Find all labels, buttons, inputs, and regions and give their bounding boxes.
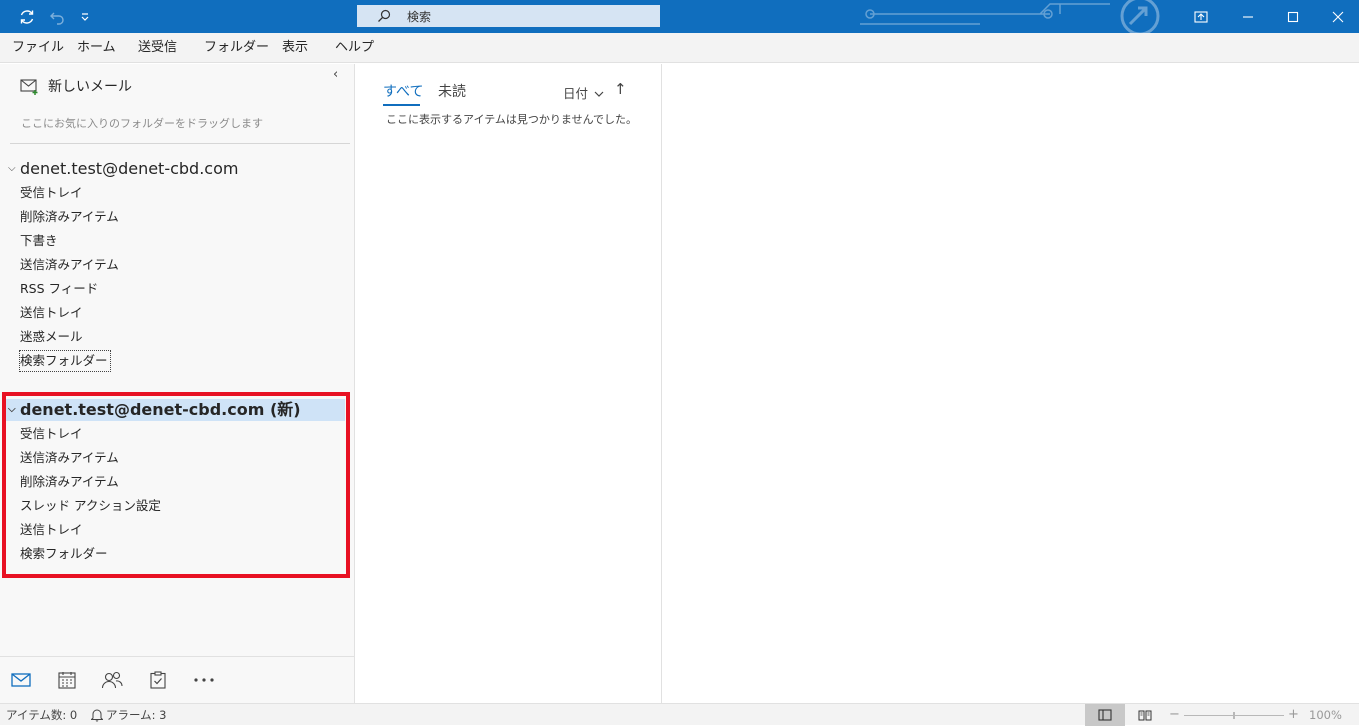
empty-list-message: ここに表示するアイテムは見つかりませんでした。 xyxy=(386,113,638,126)
new-mail-icon xyxy=(20,79,38,95)
account-1-folder-rss[interactable]: RSS フィード xyxy=(20,279,98,299)
account-1-folder-inbox[interactable]: 受信トレイ xyxy=(20,183,83,203)
active-tab-indicator xyxy=(383,104,420,106)
reading-pane xyxy=(663,64,1359,703)
calendar-icon[interactable] xyxy=(55,669,79,691)
filter-tab-unread[interactable]: 未読 xyxy=(438,81,466,101)
tasks-icon[interactable] xyxy=(146,669,170,691)
menu-view[interactable]: 表示 xyxy=(282,33,308,63)
menu-folder[interactable]: フォルダー xyxy=(204,33,269,63)
filter-tab-all[interactable]: すべて xyxy=(383,81,423,101)
favorites-divider xyxy=(10,143,350,144)
reading-view-icon xyxy=(1138,710,1152,721)
mail-icon[interactable] xyxy=(9,669,33,691)
account-1-folder-search[interactable]: 検索フォルダー xyxy=(19,350,111,372)
chevron-down-icon xyxy=(594,91,604,97)
menu-file[interactable]: ファイル xyxy=(12,33,64,63)
zoom-level[interactable]: 100% xyxy=(1309,704,1342,726)
new-mail-button[interactable]: 新しいメール xyxy=(20,76,132,96)
highlight-box xyxy=(2,392,350,578)
sort-by-label: 日付 xyxy=(563,86,589,101)
bell-icon xyxy=(91,709,103,722)
menu-send-receive[interactable]: 送受信 xyxy=(138,33,177,63)
normal-view-icon xyxy=(1098,709,1112,721)
zoom-in-button[interactable]: + xyxy=(1288,704,1299,726)
account-1-header[interactable]: ⌵ denet.test@denet-cbd.com xyxy=(8,158,238,180)
title-bar: 検索 xyxy=(0,0,1359,33)
zoom-slider-thumb[interactable] xyxy=(1233,712,1235,719)
folder-pane: ‹ 新しいメール ここにお気に入りのフォルダーをドラッグします ⌵ denet.… xyxy=(0,64,355,703)
alarm-count[interactable]: アラーム: 3 xyxy=(106,704,167,726)
message-list: すべて 未読 日付 ↑ ここに表示するアイテムは見つかりませんでした。 xyxy=(356,64,662,703)
ribbon-display-options-icon[interactable] xyxy=(1178,0,1224,33)
sort-direction-arrow-icon[interactable]: ↑ xyxy=(614,80,627,98)
reading-view-button[interactable] xyxy=(1128,704,1162,726)
sync-icon[interactable] xyxy=(12,0,42,33)
new-mail-label: 新しいメール xyxy=(48,79,132,95)
normal-view-button[interactable] xyxy=(1085,704,1125,726)
module-nav-bar xyxy=(0,656,355,703)
close-icon[interactable] xyxy=(1315,0,1359,33)
search-placeholder: 検索 xyxy=(407,9,432,24)
customize-quick-access-icon[interactable] xyxy=(70,0,100,33)
menu-home[interactable]: ホーム xyxy=(77,33,116,63)
search-icon xyxy=(378,9,391,22)
account-1-folder-outbox[interactable]: 送信トレイ xyxy=(20,303,83,323)
account-1-folder-junk[interactable]: 迷惑メール xyxy=(20,327,83,347)
collapse-pane-icon[interactable]: ‹ xyxy=(333,67,338,82)
menu-help[interactable]: ヘルプ xyxy=(335,33,374,63)
maximize-icon[interactable] xyxy=(1270,0,1316,33)
menu-bar: ファイル ホーム 送受信 フォルダー 表示 ヘルプ xyxy=(0,33,1359,63)
search-box[interactable]: 検索 xyxy=(357,5,660,27)
zoom-out-button[interactable]: − xyxy=(1169,704,1180,726)
chevron-down-icon: ⌵ xyxy=(8,163,16,174)
account-1-folder-drafts[interactable]: 下書き xyxy=(20,231,58,251)
people-icon[interactable] xyxy=(100,669,124,691)
undo-icon[interactable] xyxy=(42,0,72,33)
circuit-decoration xyxy=(860,0,1160,33)
status-bar: アイテム数: 0 アラーム: 3 − + 100% xyxy=(0,703,1359,726)
favorites-hint: ここにお気に入りのフォルダーをドラッグします xyxy=(21,117,263,130)
item-count: アイテム数: 0 xyxy=(6,708,78,722)
account-1-folder-sent[interactable]: 送信済みアイテム xyxy=(20,255,119,275)
account-1-name: denet.test@denet-cbd.com xyxy=(20,159,239,178)
minimize-icon[interactable] xyxy=(1225,0,1271,33)
sort-by-dropdown[interactable]: 日付 xyxy=(563,83,604,102)
more-icon[interactable] xyxy=(192,669,216,691)
account-1-folder-deleted[interactable]: 削除済みアイテム xyxy=(20,207,119,227)
